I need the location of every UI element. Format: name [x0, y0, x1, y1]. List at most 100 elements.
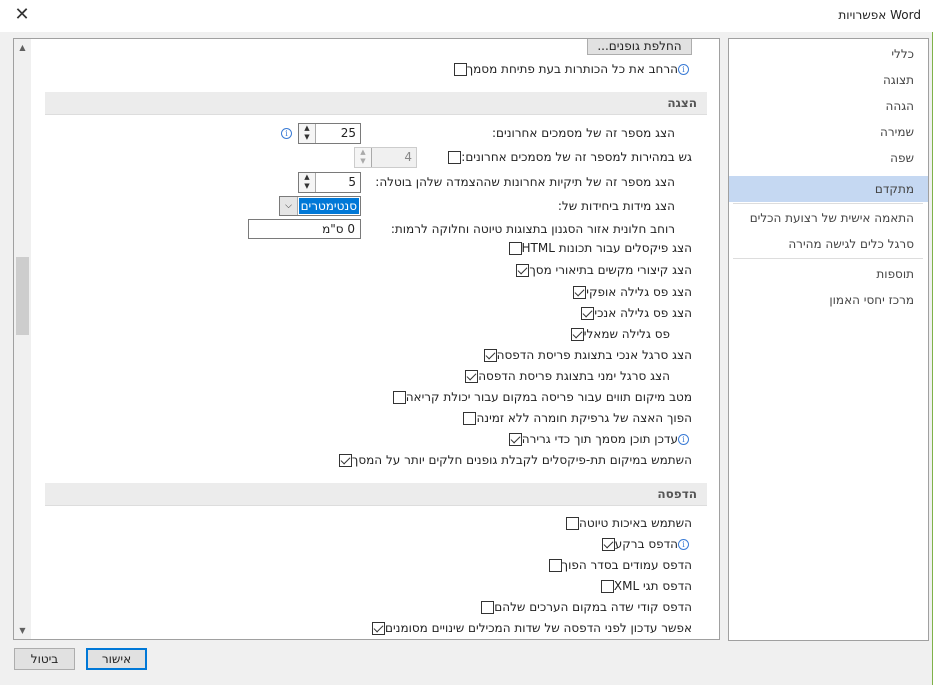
option-label: הדפס עמודים בסדר הפוך [561, 558, 692, 572]
option-label: הצג פיקסלים עבור תכונות HTML [521, 241, 692, 255]
close-icon[interactable]: ✕ [10, 4, 34, 25]
checkbox[interactable] [481, 600, 495, 614]
option-row[interactable]: הצג סרגל אנכי בתצוגת פריסת הדפסה [478, 345, 692, 365]
option-row[interactable]: הצג פס גלילה אנכי [575, 303, 692, 323]
unpinned-folders-label: הצג מספר זה של תיקיות אחרונות שההצמדה של… [375, 175, 675, 189]
advanced-options-panel: ▲ ▼ החלפת גופנים... הרחב את כל הכותרות ב… [13, 38, 720, 640]
quick-access-spinner: ▲ ▼ 4 [354, 147, 417, 168]
sidebar-item[interactable]: תוספות [729, 261, 928, 287]
option-label: פס גלילה שמאלי [583, 327, 670, 341]
checkbox[interactable] [463, 411, 477, 425]
info-icon: i [678, 538, 689, 550]
checkbox[interactable] [516, 263, 530, 277]
font-substitution-button[interactable]: החלפת גופנים... [587, 39, 692, 55]
spinner-arrows-icon[interactable]: ▲ ▼ [299, 173, 316, 192]
option-label: הצג סרגל אנכי בתצוגת פריסת הדפסה [496, 348, 692, 362]
option-row[interactable]: הצג קיצורי מקשים בתיאורי מסך [510, 260, 692, 280]
checkbox[interactable] [570, 327, 584, 341]
option-row[interactable]: הדפס קודי שדה במקום הערכים שלהם [475, 597, 692, 617]
option-row[interactable]: הדפס ברקע i [596, 534, 692, 554]
sidebar-item[interactable]: התאמה אישית של רצועת הכלים [729, 205, 928, 231]
scroll-up-icon[interactable]: ▲ [14, 39, 31, 56]
option-label: הדפס תגי XML [613, 579, 692, 593]
option-label: השתמש במיקום תת-פיקסלים לקבלת גופנים חלק… [351, 453, 692, 467]
checkbox[interactable] [548, 558, 562, 572]
option-row[interactable]: עדכן תוכן מסמך תוך כדי גרירה i [503, 429, 692, 449]
option-row[interactable]: מטב מיקום תווים עבור פריסה במקום עבור יכ… [387, 387, 692, 407]
checkbox[interactable] [508, 241, 522, 255]
info-icon: i [281, 128, 292, 139]
document-background [934, 0, 942, 685]
section-display-title: הצגה [45, 92, 707, 115]
option-row[interactable]: הפוך האצה של גרפיקת חומרה ללא זמינה [457, 408, 692, 428]
checkbox[interactable] [573, 285, 587, 299]
ok-button[interactable]: אישור [86, 648, 147, 670]
window-title: אפשרויות Word [838, 8, 921, 22]
section-print-title: הדפסה [45, 483, 707, 506]
spinner-arrows-icon: ▲ ▼ [355, 148, 372, 167]
checkbox[interactable] [392, 390, 406, 404]
checkbox[interactable] [601, 537, 615, 551]
sidebar-divider [733, 203, 923, 204]
scrollbar-thumb[interactable] [16, 257, 29, 335]
option-row[interactable]: הדפס תגי XML [595, 576, 692, 596]
vertical-scrollbar[interactable]: ▲ ▼ [14, 39, 31, 639]
option-label: הפוך האצה של גרפיקת חומרה ללא זמינה [476, 411, 692, 425]
units-dropdown[interactable]: סנטימטרים ⌵ [279, 196, 361, 216]
sidebar-item[interactable]: כללי [729, 41, 928, 67]
units-label: הצג מידות ביחידות של: [557, 199, 675, 213]
sidebar-divider [733, 258, 923, 259]
sidebar-item[interactable]: מתקדם [729, 176, 928, 202]
word-options-dialog: אפשרויות Word ✕ ▲ ▼ החלפת גופנים... הרחב… [0, 0, 933, 685]
option-row[interactable]: הדפס עמודים בסדר הפוך [543, 555, 692, 575]
info-icon: i [678, 63, 689, 75]
chevron-down-icon[interactable]: ⌵ [280, 197, 298, 215]
checkbox[interactable] [565, 516, 579, 530]
option-row[interactable]: פס גלילה שמאלי [565, 324, 670, 344]
option-row[interactable]: השתמש באיכות טיוטה [560, 513, 692, 533]
scroll-down-icon[interactable]: ▼ [14, 622, 31, 639]
quick-access-option[interactable]: גש במהירות למספר זה של מסמכים אחרונים: [442, 147, 692, 167]
title-bar: אפשרויות Word ✕ [0, 0, 933, 32]
style-area-width-input[interactable]: 0 ס"מ [248, 219, 361, 239]
sidebar-item[interactable]: תצוגה [729, 67, 928, 93]
option-row[interactable]: הצג פיקסלים עבור תכונות HTML [503, 238, 692, 258]
sidebar-item[interactable]: שפה [729, 145, 928, 171]
recent-docs-label: הצג מספר זה של מסמכים אחרונים: [492, 126, 675, 140]
cancel-button[interactable]: ביטול [14, 648, 75, 670]
sidebar-item[interactable]: שמירה [729, 119, 928, 145]
option-row[interactable]: הצג פס גלילה אופקי [567, 282, 692, 302]
sidebar-item[interactable]: הגהה [729, 93, 928, 119]
checkbox[interactable] [581, 306, 595, 320]
checkbox[interactable] [508, 432, 522, 446]
option-label: אפשר עדכון לפני הדפסה של שדות המכילים שי… [385, 621, 692, 635]
checkbox[interactable] [372, 621, 386, 635]
option-row[interactable]: הצג סרגל ימני בתצוגת פריסת הדפסה [459, 366, 670, 386]
option-label: עדכן תוכן מסמך תוך כדי גרירה [521, 432, 678, 446]
checkbox[interactable] [453, 62, 467, 76]
expand-headings-option[interactable]: הרחב את כל הכותרות בעת פתיחת מסמך i [448, 59, 692, 79]
option-row[interactable]: השתמש במיקום תת-פיקסלים לקבלת גופנים חלק… [333, 450, 692, 470]
recent-docs-spinner[interactable]: ▲ ▼ 25 [298, 123, 361, 144]
option-label: הדפס ברקע [614, 537, 678, 551]
option-label: הדפס קודי שדה במקום הערכים שלהם [494, 600, 692, 614]
option-label: הצג פס גלילה אנכי [594, 306, 692, 320]
checkbox[interactable] [465, 369, 479, 383]
spinner-arrows-icon[interactable]: ▲ ▼ [299, 124, 316, 143]
sidebar-item[interactable]: מרכז יחסי האמון [729, 287, 928, 313]
option-label: השתמש באיכות טיוטה [578, 516, 692, 530]
option-label: הצג פס גלילה אופקי [586, 285, 692, 299]
option-row[interactable]: אפשר עדכון לפני הדפסה של שדות המכילים שי… [366, 618, 692, 638]
sidebar-item[interactable]: סרגל כלים לגישה מהירה [729, 231, 928, 257]
option-label: הצג סרגל ימני בתצוגת פריסת הדפסה [478, 369, 670, 383]
options-sidebar: כללי תצוגה הגהה שמירה שפה מתקדם התאמה אישית של… [728, 38, 929, 641]
info-icon: i [678, 433, 689, 445]
checkbox[interactable] [483, 348, 497, 362]
option-label: הצג קיצורי מקשים בתיאורי מסך [529, 263, 692, 277]
style-area-width-label: רוחב חלונית אזור הסגנון בתצוגות טיוטה וח… [390, 222, 675, 236]
checkbox[interactable] [600, 579, 614, 593]
unpinned-folders-spinner[interactable]: ▲ ▼ 5 [298, 172, 361, 193]
option-label: מטב מיקום תווים עבור פריסה במקום עבור יכ… [405, 390, 692, 404]
checkbox[interactable] [338, 453, 352, 467]
checkbox[interactable] [448, 150, 462, 164]
